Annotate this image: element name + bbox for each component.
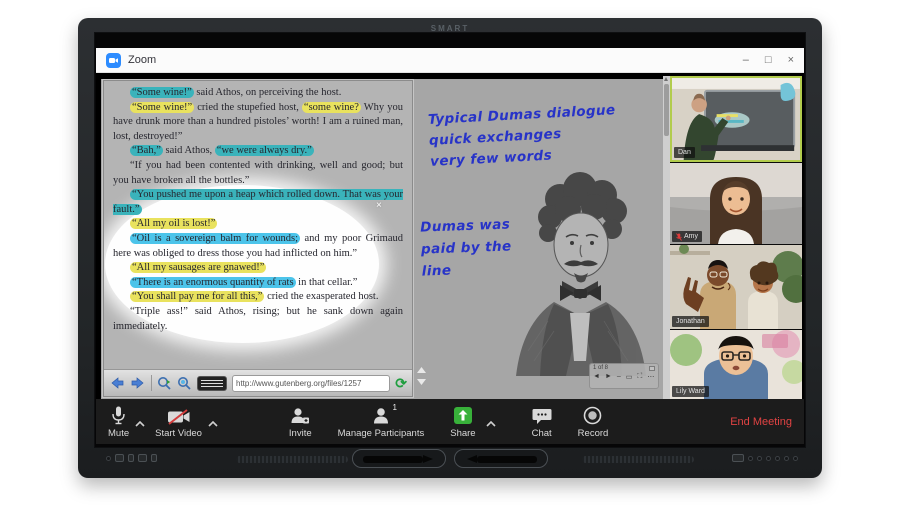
fullscreen-icon[interactable]: ⛶	[637, 373, 642, 381]
participant-name-tag: Lily Ward	[672, 386, 709, 397]
page-nav-thumbnail	[649, 366, 655, 371]
window-title: Zoom	[128, 54, 156, 66]
invite-icon	[290, 405, 310, 425]
doc-paragraph: “Triple ass!” said Athos, rising; but he…	[113, 305, 403, 334]
keyboard-button[interactable]	[197, 376, 227, 391]
record-button[interactable]: Record	[578, 405, 609, 439]
scroll-thumb[interactable]	[664, 84, 669, 136]
toolbar-divider	[151, 375, 152, 391]
share-screen-icon	[453, 405, 473, 425]
doc-paragraph: “If you had been contented with drinking…	[113, 159, 403, 188]
tray-buttons-right[interactable]	[732, 454, 798, 462]
stylus-pen[interactable]	[363, 456, 423, 463]
participant-video-jonathan[interactable]: Jonathan	[670, 245, 802, 329]
meeting-content: × “Some wine!” said Athos, on perceiving…	[96, 73, 804, 444]
chat-button[interactable]: Chat	[532, 405, 552, 439]
video-options-chevron[interactable]	[208, 421, 218, 427]
mute-options-chevron[interactable]	[135, 421, 145, 427]
doc-paragraph: “There is an enormous quantity of rats i…	[113, 276, 403, 291]
document-viewer: × “Some wine!” said Athos, on perceiving…	[103, 80, 413, 397]
ink-note-paid: Dumas was paid by the line	[420, 213, 513, 282]
doc-paragraph: “You pushed me upon a heap which rolled …	[113, 188, 403, 217]
participant-name-tag: Amy	[672, 231, 702, 242]
board-screen: Zoom – □ × ×	[94, 32, 806, 448]
participants-icon: 1	[372, 405, 390, 425]
zoom-window: Zoom – □ × ×	[96, 48, 804, 444]
participant-name-tag: Dan	[674, 147, 695, 158]
refresh-icon[interactable]: ⟳	[395, 376, 407, 390]
pen-slot-right[interactable]	[454, 449, 548, 468]
scroll-up-icon[interactable]	[664, 77, 668, 81]
stylus-pen[interactable]	[477, 456, 537, 463]
share-button[interactable]: Share	[450, 405, 475, 439]
end-meeting-button[interactable]: End Meeting	[730, 416, 792, 428]
zoom-out-button[interactable]	[177, 376, 192, 391]
document-page: × “Some wine!” said Athos, on perceiving…	[104, 81, 412, 369]
doc-paragraph: “Some wine!” said Athos, on perceiving t…	[113, 86, 403, 101]
doc-paragraph: “You shall pay me for all this,” cried t…	[113, 290, 403, 305]
start-video-button[interactable]: Start Video	[155, 405, 202, 439]
participant-video-amy[interactable]: Amy	[670, 163, 802, 244]
record-icon	[583, 405, 602, 425]
participant-name-tag: Jonathan	[672, 316, 709, 327]
video-off-icon	[167, 405, 191, 425]
page-icon[interactable]: ▭	[626, 373, 633, 381]
browser-toolbar: http://www.gutenberg.org/files/1257 ⟳	[104, 369, 412, 396]
doc-paragraph: “All my oil is lost!”	[113, 217, 403, 232]
manage-participants-button[interactable]: 1 Manage Participants	[338, 405, 425, 439]
doc-paragraph: “Bah,” said Athos, “we were always dry.”	[113, 144, 403, 159]
participant-count-badge: 1	[392, 403, 396, 412]
close-button[interactable]: ×	[788, 55, 794, 66]
window-titlebar: Zoom – □ ×	[96, 48, 804, 73]
video-strip: Dan	[663, 76, 802, 401]
mute-button[interactable]: Mute	[108, 405, 129, 439]
participant-video-lily[interactable]: Lily Ward	[670, 330, 802, 399]
dumas-portrait-sketch	[504, 161, 656, 376]
page-minus-icon[interactable]: –	[617, 373, 621, 381]
pen-slot-left[interactable]	[352, 449, 446, 468]
forward-button[interactable]	[130, 376, 146, 390]
participant-video-dan[interactable]: Dan	[670, 76, 802, 162]
minimize-button[interactable]: –	[743, 55, 749, 66]
shared-screen: × “Some wine!” said Athos, on perceiving…	[101, 79, 663, 399]
video-scrollbar[interactable]	[663, 76, 670, 401]
muted-mic-icon	[676, 233, 682, 241]
zoom-in-button[interactable]	[157, 376, 172, 391]
page-nav-toolbar: 1 of 8 ◄ ► – ▭ ⛶ ⋯	[589, 363, 659, 389]
pen-tray	[88, 448, 812, 472]
zoom-logo-icon	[106, 53, 121, 68]
share-options-chevron[interactable]	[486, 421, 496, 427]
doc-text: “Some wine!” said Athos, on perceiving t…	[113, 86, 403, 334]
doc-paragraph: “Oil is a sovereign balm for wounds; and…	[113, 232, 403, 261]
doc-paragraph: “Some wine!” cried the stupefied host, “…	[113, 101, 403, 145]
screenshot-stage: SMART Zoom – □ ×	[0, 0, 900, 507]
page-prev-icon[interactable]: ◄	[593, 373, 600, 381]
url-field[interactable]: http://www.gutenberg.org/files/1257	[232, 375, 390, 392]
chat-icon	[532, 405, 552, 425]
page-next-icon[interactable]: ►	[605, 373, 612, 381]
scroll-updown-handle[interactable]	[416, 367, 427, 385]
mic-icon	[112, 405, 125, 425]
invite-button[interactable]: Invite	[289, 405, 312, 439]
meeting-toolbar: Mute Start Video	[96, 399, 804, 444]
page-nav-label: 1 of 8	[593, 365, 608, 371]
more-icon[interactable]: ⋯	[647, 373, 654, 381]
pen-slots	[352, 449, 548, 468]
smart-board: SMART Zoom – □ ×	[78, 18, 822, 478]
back-button[interactable]	[109, 376, 125, 390]
speaker-grille-left	[236, 456, 348, 463]
tray-buttons-left[interactable]	[106, 454, 157, 462]
speaker-grille-right	[582, 456, 694, 463]
maximize-button[interactable]: □	[765, 55, 772, 66]
doc-paragraph: “All my sausages are gnawed!”	[113, 261, 403, 276]
